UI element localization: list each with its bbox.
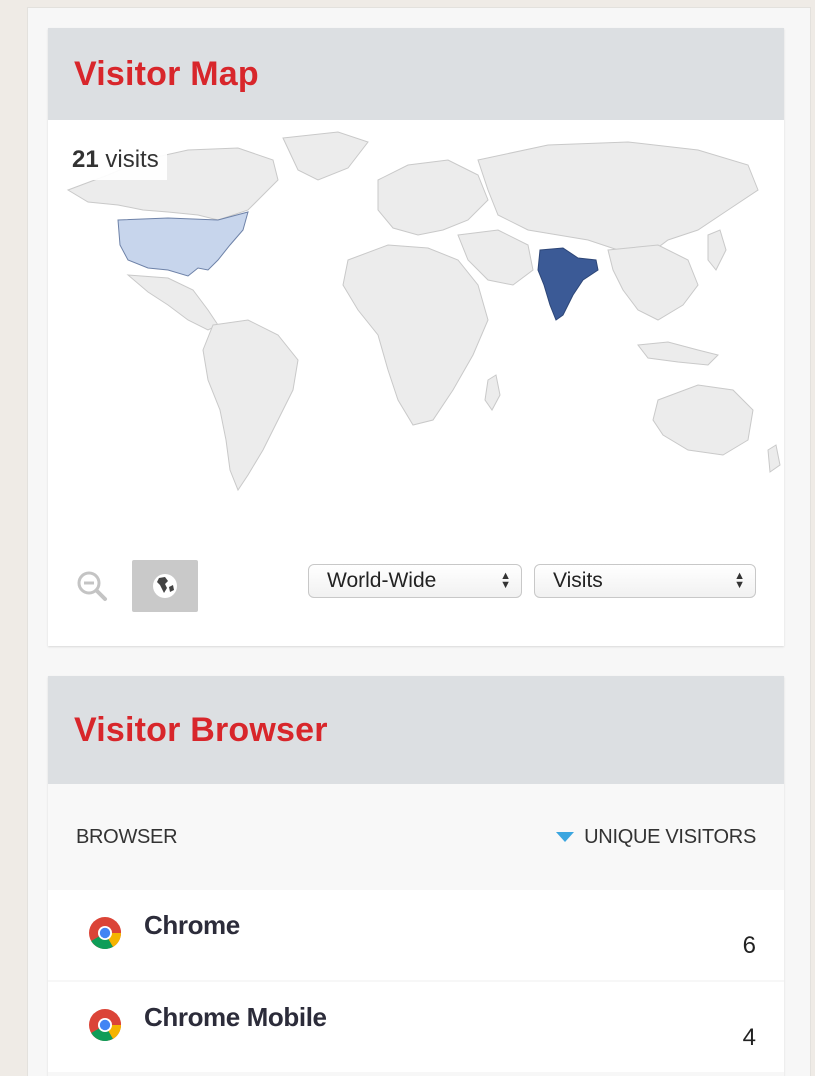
zoom-out-icon (77, 571, 107, 601)
column-unique-visitors[interactable]: UNIQUE VISITORS (556, 826, 756, 849)
unique-visitors-count: 6 (742, 932, 756, 959)
column-unique-visitors-label: UNIQUE VISITORS (584, 825, 756, 848)
region-select-value: World-Wide (327, 569, 437, 592)
globe-icon (153, 574, 177, 598)
mexico-shape (126, 274, 219, 331)
new-zealand-shape (767, 444, 781, 473)
zoom-out-button[interactable] (76, 570, 108, 602)
europe-shape (377, 159, 489, 236)
africa-shape (342, 244, 489, 426)
visits-summary: 21 visits (64, 140, 167, 180)
world-map[interactable]: 21 visits World-Wide ▲ ▼ Visits ▲ ▼ (48, 120, 784, 646)
table-row[interactable]: Chrome Mobile 4 (48, 982, 784, 1072)
browser-name: Chrome (144, 910, 240, 940)
region-select[interactable]: World-Wide ▲ ▼ (308, 564, 522, 598)
metric-select[interactable]: Visits ▲ ▼ (534, 564, 756, 598)
visitor-map-panel: Visitor Map 21 visits World-Wide ▲ ▼ Vis… (48, 28, 784, 646)
visitor-browser-panel: Visitor Browser BROWSER UNIQUE VISITORS … (48, 676, 784, 1076)
australia-shape (652, 384, 754, 456)
world-map-svg[interactable] (48, 120, 784, 550)
column-browser[interactable]: BROWSER (76, 826, 178, 849)
india-shape (537, 247, 599, 321)
table-row[interactable]: Chrome 6 (48, 890, 784, 980)
visits-count: 21 (72, 146, 99, 173)
visitor-map-header: Visitor Map (48, 28, 784, 120)
visits-label: visits (105, 146, 159, 173)
map-controls: World-Wide ▲ ▼ Visits ▲ ▼ (48, 560, 784, 620)
visitor-map-title: Visitor Map (74, 54, 259, 93)
chrome-icon (89, 1009, 122, 1042)
browser-name: Chrome Mobile (144, 1002, 327, 1032)
south-america-shape (202, 319, 299, 492)
indonesia-shape (637, 341, 719, 366)
unique-visitors-count: 4 (742, 1024, 756, 1051)
usa-shape (117, 211, 249, 277)
select-arrows-icon: ▲ ▼ (734, 570, 745, 591)
table-header: BROWSER UNIQUE VISITORS (48, 784, 784, 890)
visitor-browser-title: Visitor Browser (74, 710, 328, 749)
sort-desc-icon (556, 832, 575, 842)
metric-select-value: Visits (553, 569, 603, 592)
world-view-button[interactable] (132, 560, 198, 612)
chrome-icon (89, 917, 122, 950)
greenland-shape (282, 131, 369, 181)
visitor-browser-header: Visitor Browser (48, 676, 784, 784)
japan-shape (707, 229, 727, 271)
select-arrows-icon: ▲ ▼ (500, 570, 511, 591)
east-asia-shape (607, 244, 699, 321)
madagascar-shape (484, 374, 501, 411)
